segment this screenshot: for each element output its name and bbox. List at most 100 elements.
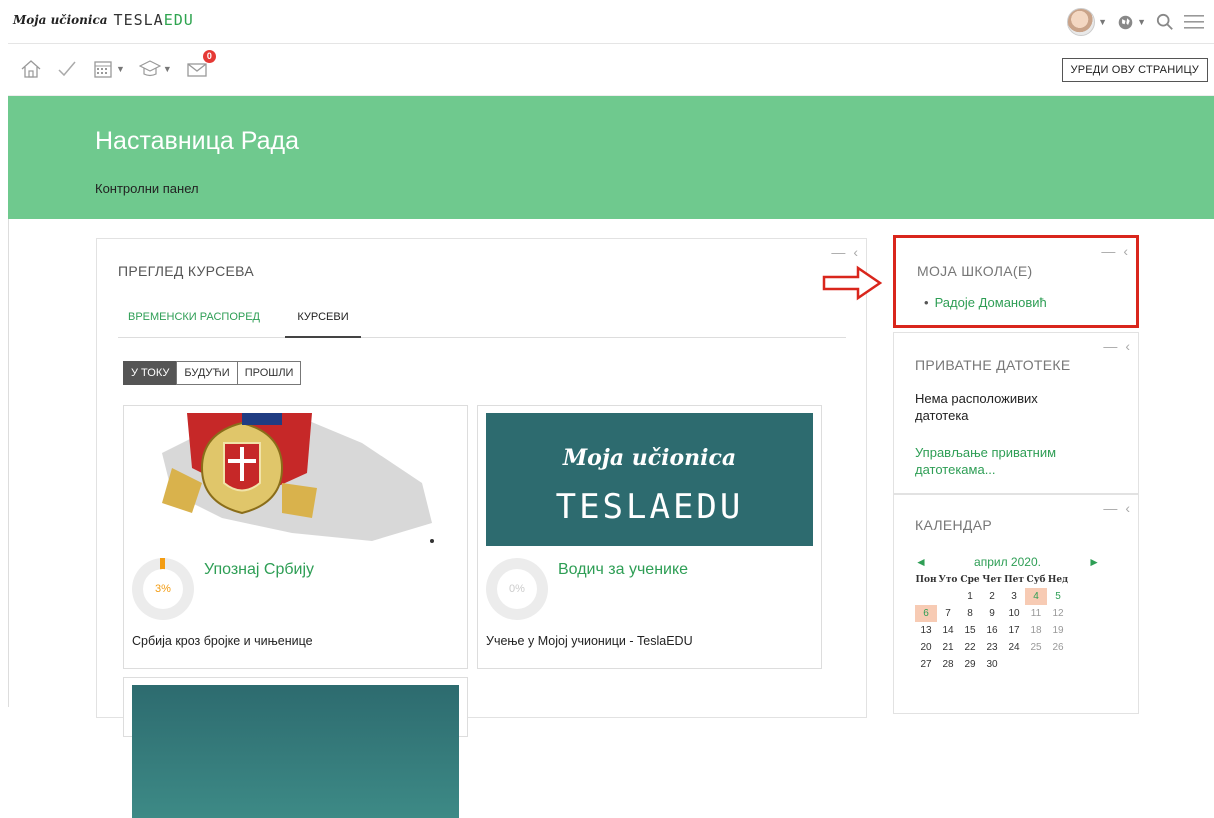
course-card[interactable]: 3% Упознај Србију Србија кроз бројке и ч… [123, 405, 468, 669]
course-title[interactable]: Упознај Србију [204, 561, 314, 579]
course-overview-block: — ‹ ПРЕГЛЕД КУРСЕВА ВРЕМЕНСКИ РАСПОРЕД К… [96, 238, 867, 818]
calendar-day[interactable]: 5 [1047, 588, 1069, 605]
calendar-day[interactable]: 7 [937, 605, 959, 622]
calendar-day [915, 588, 937, 605]
arrow-right-icon [822, 265, 883, 301]
calendar-day[interactable]: 2 [981, 588, 1003, 605]
course-image[interactable]: Moja učionica TESLAEDU [486, 413, 813, 546]
calendar-day[interactable]: 23 [981, 639, 1003, 656]
calendar-day[interactable]: 24 [1003, 639, 1025, 656]
logo-brand: TESLAEDU [114, 11, 194, 29]
calendar-day[interactable]: 10 [1003, 605, 1025, 622]
prev-month-button[interactable]: ◄ [915, 555, 927, 569]
calendar-day[interactable]: 11 [1025, 605, 1047, 622]
calendar-day[interactable]: 14 [937, 622, 959, 639]
calendar-day[interactable]: 13 [915, 622, 937, 639]
course-title[interactable]: Водич за ученике [558, 561, 688, 579]
calendar-day[interactable]: 3 [1003, 588, 1025, 605]
filter-future[interactable]: БУДУЋИ [176, 361, 238, 385]
school-link[interactable]: Радоје Домановић [935, 295, 1047, 310]
minimize-icon[interactable]: — [1103, 500, 1117, 516]
calendar-day[interactable]: 17 [1003, 622, 1025, 639]
calendar-day[interactable]: 8 [959, 605, 981, 622]
course-card[interactable]: Moja učionica TESLAEDU 0% Водич за учени… [477, 405, 822, 669]
calendar-day[interactable]: 12 [1047, 605, 1069, 622]
empty-message: Нема расположивих датотека [915, 391, 1038, 423]
calendar-day[interactable]: 22 [959, 639, 981, 656]
calendar-day[interactable]: 16 [981, 622, 1003, 639]
logo-brand-a: TESLA [113, 11, 164, 29]
chevron-left-icon[interactable]: ‹ [1125, 500, 1130, 516]
checkmark-icon [58, 61, 76, 77]
chevron-left-icon[interactable]: ‹ [1123, 243, 1128, 259]
chevron-left-icon[interactable]: ‹ [853, 244, 858, 260]
chevron-down-icon: ▼ [1137, 17, 1146, 27]
minimize-icon[interactable]: — [831, 244, 845, 260]
my-school-block: — ‹ МОЈА ШКОЛА(Е) • Радоје Домановић [893, 235, 1139, 328]
calendar-day[interactable]: 30 [981, 656, 1003, 673]
calendar-day[interactable]: 26 [1047, 639, 1069, 656]
globe-icon [1118, 15, 1133, 29]
minimize-icon[interactable]: — [1103, 338, 1117, 354]
user-tools: ▼ ▼ [1067, 8, 1204, 36]
messages-button[interactable]: 0 [186, 50, 216, 80]
calendar-day[interactable]: 25 [1025, 639, 1047, 656]
course-summary: Учење у Мојој учионици - TeslaEDU [486, 634, 693, 648]
edit-page-button[interactable]: УРЕДИ ОВУ СТРАНИЦУ [1061, 58, 1208, 82]
filter-in-progress[interactable]: У ТОКУ [123, 361, 178, 385]
chevron-down-icon: ▼ [116, 64, 125, 74]
calendar-day [1003, 656, 1025, 673]
breadcrumb[interactable]: Контролни панел [95, 181, 199, 196]
top-bar: Moja učionica TESLAEDU ▼ ▼ [8, 0, 1214, 44]
calendar-day-today[interactable]: 6 [915, 605, 937, 622]
weekday-label: Пет [1004, 574, 1024, 585]
filter-past[interactable]: ПРОШЛИ [236, 361, 302, 385]
nav-bar: ▼ ▼ 0 УРЕДИ ОВУ СТРАНИЦУ [8, 44, 1214, 96]
language-menu[interactable]: ▼ [1117, 14, 1146, 31]
calendar-day[interactable]: 20 [915, 639, 937, 656]
calendar-day[interactable]: 19 [1047, 622, 1069, 639]
tab-courses[interactable]: КУРСЕВИ [285, 309, 361, 338]
calendar-day[interactable]: 29 [959, 656, 981, 673]
user-menu[interactable]: ▼ [1067, 8, 1107, 36]
calendar-day[interactable]: 1 [959, 588, 981, 605]
calendar-day[interactable]: 21 [937, 639, 959, 656]
page-header-band: Наставница Рада Контролни панел [8, 96, 1214, 219]
calendar-menu[interactable]: ▼ [92, 58, 125, 80]
messages-badge: 0 [202, 50, 216, 63]
progress-ring: 3% [132, 558, 194, 620]
month-label[interactable]: април 2020. [974, 555, 1041, 569]
graduation-cap-icon [138, 60, 161, 77]
course-filter: У ТОКУ БУДУЋИ ПРОШЛИ [123, 361, 302, 385]
chevron-down-icon: ▼ [1098, 17, 1108, 27]
course-image[interactable] [132, 413, 459, 546]
block-title: МОЈА ШКОЛА(Е) [917, 263, 1033, 279]
calendar-day[interactable]: 9 [981, 605, 1003, 622]
image-text-script: Moja učionica [562, 445, 737, 471]
chevron-left-icon[interactable]: ‹ [1125, 338, 1130, 354]
weekday-label: Суб [1026, 574, 1046, 585]
course-card[interactable] [123, 677, 468, 818]
calendar-day[interactable]: 27 [915, 656, 937, 673]
school-item[interactable]: • Радоје Домановић [924, 295, 1047, 310]
manage-files-link[interactable]: Управљање приватним датотекама... [915, 444, 1085, 478]
block-controls: — ‹ [1103, 338, 1130, 354]
search-button[interactable] [1156, 13, 1174, 31]
tab-timeline[interactable]: ВРЕМЕНСКИ РАСПОРЕД [118, 309, 270, 338]
nav-icons: ▼ ▼ 0 [20, 50, 216, 80]
site-logo[interactable]: Moja učionica TESLAEDU [13, 11, 194, 29]
hamburger-icon [1184, 15, 1204, 29]
tasks-button[interactable] [56, 58, 78, 80]
course-image[interactable] [132, 685, 459, 818]
bullet-icon: • [924, 295, 929, 310]
courses-menu[interactable]: ▼ [138, 58, 172, 80]
home-icon [21, 60, 41, 78]
next-month-button[interactable]: ► [1088, 555, 1100, 569]
calendar-day[interactable]: 18 [1025, 622, 1047, 639]
calendar-day[interactable]: 4 [1025, 588, 1047, 605]
minimize-icon[interactable]: — [1101, 243, 1115, 259]
menu-button[interactable] [1184, 13, 1204, 31]
home-button[interactable] [20, 58, 42, 80]
calendar-day[interactable]: 28 [937, 656, 959, 673]
calendar-day[interactable]: 15 [959, 622, 981, 639]
